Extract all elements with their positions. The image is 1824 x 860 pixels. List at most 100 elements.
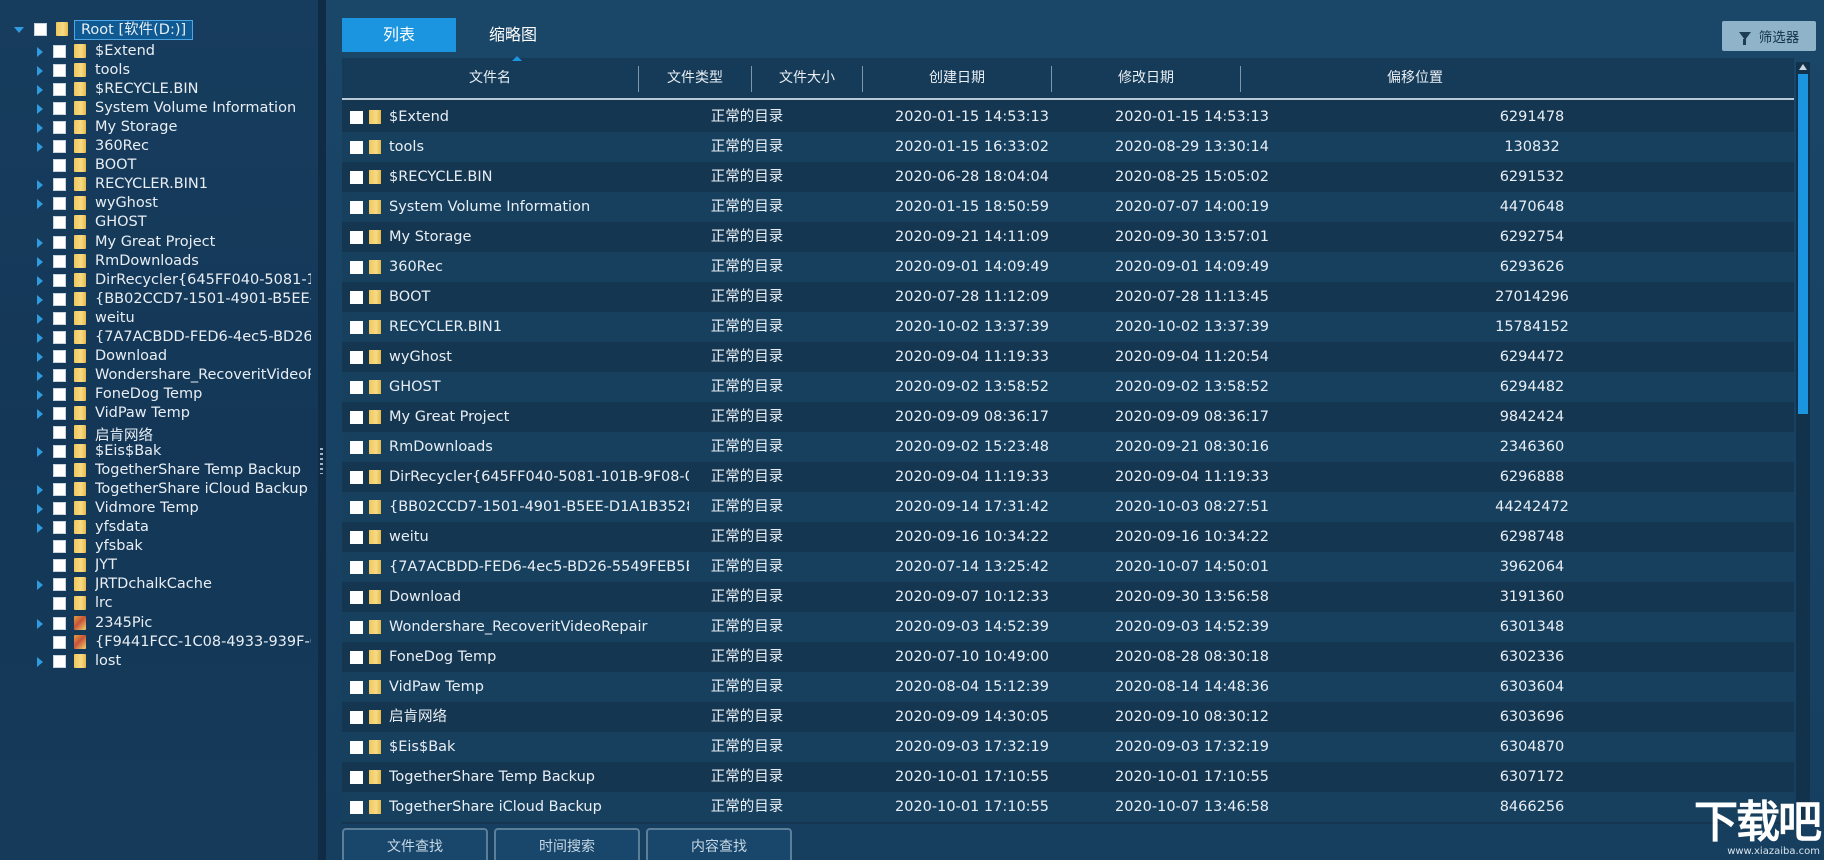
tree-item-checkbox[interactable] xyxy=(53,311,66,325)
row-checkbox[interactable] xyxy=(350,471,363,484)
expand-arrow-icon[interactable] xyxy=(37,47,43,57)
vertical-scrollbar[interactable] xyxy=(1796,62,1810,822)
table-row[interactable]: VidPaw Temp 正常的目录 2020-08-04 15:12:39 2020-… xyxy=(342,672,1794,702)
table-row[interactable]: GHOST 正常的目录 2020-09-02 13:58:52 2020-09-02 … xyxy=(342,372,1794,402)
table-row[interactable]: RmDownloads 正常的目录 2020-09-02 15:23:48 2020-… xyxy=(342,432,1794,462)
row-checkbox[interactable] xyxy=(350,531,363,544)
expand-arrow-icon[interactable] xyxy=(37,523,43,534)
tree-item-checkbox[interactable] xyxy=(53,292,66,306)
tree-item[interactable]: lost xyxy=(0,651,318,673)
row-checkbox[interactable] xyxy=(350,441,363,454)
table-row[interactable]: TogetherShare iCloud Backup 正常的目录 2020-10-… xyxy=(342,792,1794,822)
expand-arrow-icon[interactable] xyxy=(37,370,43,381)
tree-item-checkbox[interactable] xyxy=(53,273,66,287)
tree-item-checkbox[interactable] xyxy=(53,406,66,420)
tree-root-checkbox[interactable] xyxy=(34,23,47,36)
row-checkbox[interactable] xyxy=(350,321,363,334)
tree-item-checkbox[interactable] xyxy=(53,235,66,249)
expand-arrow-icon[interactable] xyxy=(37,447,43,458)
column-header-size[interactable]: 文件大小 xyxy=(752,58,862,98)
collapse-arrow-icon[interactable] xyxy=(14,27,24,33)
tree-item-checkbox[interactable] xyxy=(53,483,66,497)
column-header-offset[interactable]: 偏移位置 xyxy=(1241,58,1589,98)
table-row[interactable]: My Great Project 正常的目录 2020-09-09 08:36:17… xyxy=(342,402,1794,432)
expand-arrow-icon[interactable] xyxy=(37,485,43,496)
table-row[interactable]: RECYCLER.BIN1 正常的目录 2020-10-02 13:37:39 202… xyxy=(342,312,1794,342)
table-row[interactable]: $Eis$Bak 正常的目录 2020-09-03 17:32:19 2020-09-… xyxy=(342,732,1794,762)
expand-arrow-icon[interactable] xyxy=(37,618,43,629)
row-checkbox[interactable] xyxy=(350,801,363,814)
table-row[interactable]: DirRecycler{645FF040-5081-101B-9F08-00..… xyxy=(342,462,1794,492)
expand-arrow-icon[interactable] xyxy=(37,389,43,400)
tree-item-checkbox[interactable] xyxy=(53,654,66,668)
scroll-up-icon[interactable] xyxy=(1799,64,1807,70)
row-checkbox[interactable] xyxy=(350,351,363,364)
table-row[interactable]: 360Rec 正常的目录 2020-09-01 14:09:49 2020-09-01… xyxy=(342,252,1794,282)
row-checkbox[interactable] xyxy=(350,501,363,514)
tree-item-checkbox[interactable] xyxy=(53,616,66,630)
row-checkbox[interactable] xyxy=(350,681,363,694)
table-row[interactable]: tools 正常的目录 2020-01-15 16:33:02 2020-08-29 … xyxy=(342,132,1794,162)
table-row[interactable]: Download 正常的目录 2020-09-07 10:12:33 2020-09-… xyxy=(342,582,1794,612)
table-row[interactable]: $RECYCLE.BIN 正常的目录 2020-06-28 18:04:04 2020… xyxy=(342,162,1794,192)
filter-button[interactable]: 筛选器 xyxy=(1722,21,1816,51)
column-header-created[interactable]: 创建日期 xyxy=(863,58,1051,98)
tree-item-checkbox[interactable] xyxy=(53,445,66,459)
expand-arrow-icon[interactable] xyxy=(37,123,43,134)
tree-item-checkbox[interactable] xyxy=(53,559,66,573)
tree-item-checkbox[interactable] xyxy=(53,178,66,192)
tree-item-checkbox[interactable] xyxy=(53,464,66,478)
table-row[interactable]: TogetherShare Temp Backup 正常的目录 2020-10-01… xyxy=(342,762,1794,792)
expand-arrow-icon[interactable] xyxy=(37,85,43,96)
tree-item-checkbox[interactable] xyxy=(53,121,66,135)
column-header-modified[interactable]: 修改日期 xyxy=(1052,58,1240,98)
row-checkbox[interactable] xyxy=(350,711,363,724)
row-checkbox[interactable] xyxy=(350,111,363,124)
tab-thumbnail[interactable]: 缩略图 xyxy=(456,18,570,52)
expand-arrow-icon[interactable] xyxy=(37,142,43,153)
row-checkbox[interactable] xyxy=(350,171,363,184)
expand-arrow-icon[interactable] xyxy=(37,237,43,248)
row-checkbox[interactable] xyxy=(350,771,363,784)
tree-item-checkbox[interactable] xyxy=(53,83,66,97)
tab-time-search[interactable]: 时间搜索 xyxy=(494,828,640,860)
expand-arrow-icon[interactable] xyxy=(37,656,43,667)
tab-content-search[interactable]: 内容查找 xyxy=(646,828,792,860)
column-header-name[interactable]: 文件名 xyxy=(342,58,638,98)
scrollbar-thumb[interactable] xyxy=(1798,74,1808,414)
row-checkbox[interactable] xyxy=(350,201,363,214)
tree-item-checkbox[interactable] xyxy=(53,330,66,344)
table-row[interactable]: {7A7ACBDD-FED6-4ec5-BD26-5549FEB5B... 正常的… xyxy=(342,552,1794,582)
table-row[interactable]: 启肯网络 正常的目录 2020-09-09 14:30:05 2020-09-10 0… xyxy=(342,702,1794,732)
expand-arrow-icon[interactable] xyxy=(37,275,43,286)
column-header-type[interactable]: 文件类型 xyxy=(639,58,751,98)
tree-item-checkbox[interactable] xyxy=(53,597,66,611)
tree-root[interactable]: Root [软件(D:)] xyxy=(0,19,318,41)
row-checkbox[interactable] xyxy=(350,261,363,274)
table-row[interactable]: {BB02CCD7-1501-4901-B5EE-D1A1B3528... 正常的… xyxy=(342,492,1794,522)
tree-item-checkbox[interactable] xyxy=(53,102,66,116)
table-row[interactable]: weitu 正常的目录 2020-09-16 10:34:22 2020-09-16 … xyxy=(342,522,1794,552)
expand-arrow-icon[interactable] xyxy=(37,580,43,591)
tree-item-checkbox[interactable] xyxy=(53,578,66,592)
row-checkbox[interactable] xyxy=(350,621,363,634)
table-row[interactable]: BOOT 正常的目录 2020-07-28 11:12:09 2020-07-28 1… xyxy=(342,282,1794,312)
panel-splitter[interactable] xyxy=(318,0,326,860)
tree-item-checkbox[interactable] xyxy=(53,216,66,230)
row-checkbox[interactable] xyxy=(350,381,363,394)
table-row[interactable]: wyGhost 正常的目录 2020-09-04 11:19:33 2020-09-0… xyxy=(342,342,1794,372)
expand-arrow-icon[interactable] xyxy=(37,256,43,267)
tree-item-checkbox[interactable] xyxy=(53,45,66,58)
tab-list[interactable]: 列表 xyxy=(342,18,456,52)
tree-item-checkbox[interactable] xyxy=(53,140,66,154)
tree-item-checkbox[interactable] xyxy=(53,159,66,173)
tree-item-checkbox[interactable] xyxy=(53,426,66,439)
row-checkbox[interactable] xyxy=(350,411,363,424)
expand-arrow-icon[interactable] xyxy=(37,313,43,324)
expand-arrow-icon[interactable] xyxy=(37,504,43,515)
tree-item-checkbox[interactable] xyxy=(53,521,66,535)
expand-arrow-icon[interactable] xyxy=(37,180,43,191)
row-checkbox[interactable] xyxy=(350,741,363,754)
expand-arrow-icon[interactable] xyxy=(37,66,43,77)
row-checkbox[interactable] xyxy=(350,291,363,304)
